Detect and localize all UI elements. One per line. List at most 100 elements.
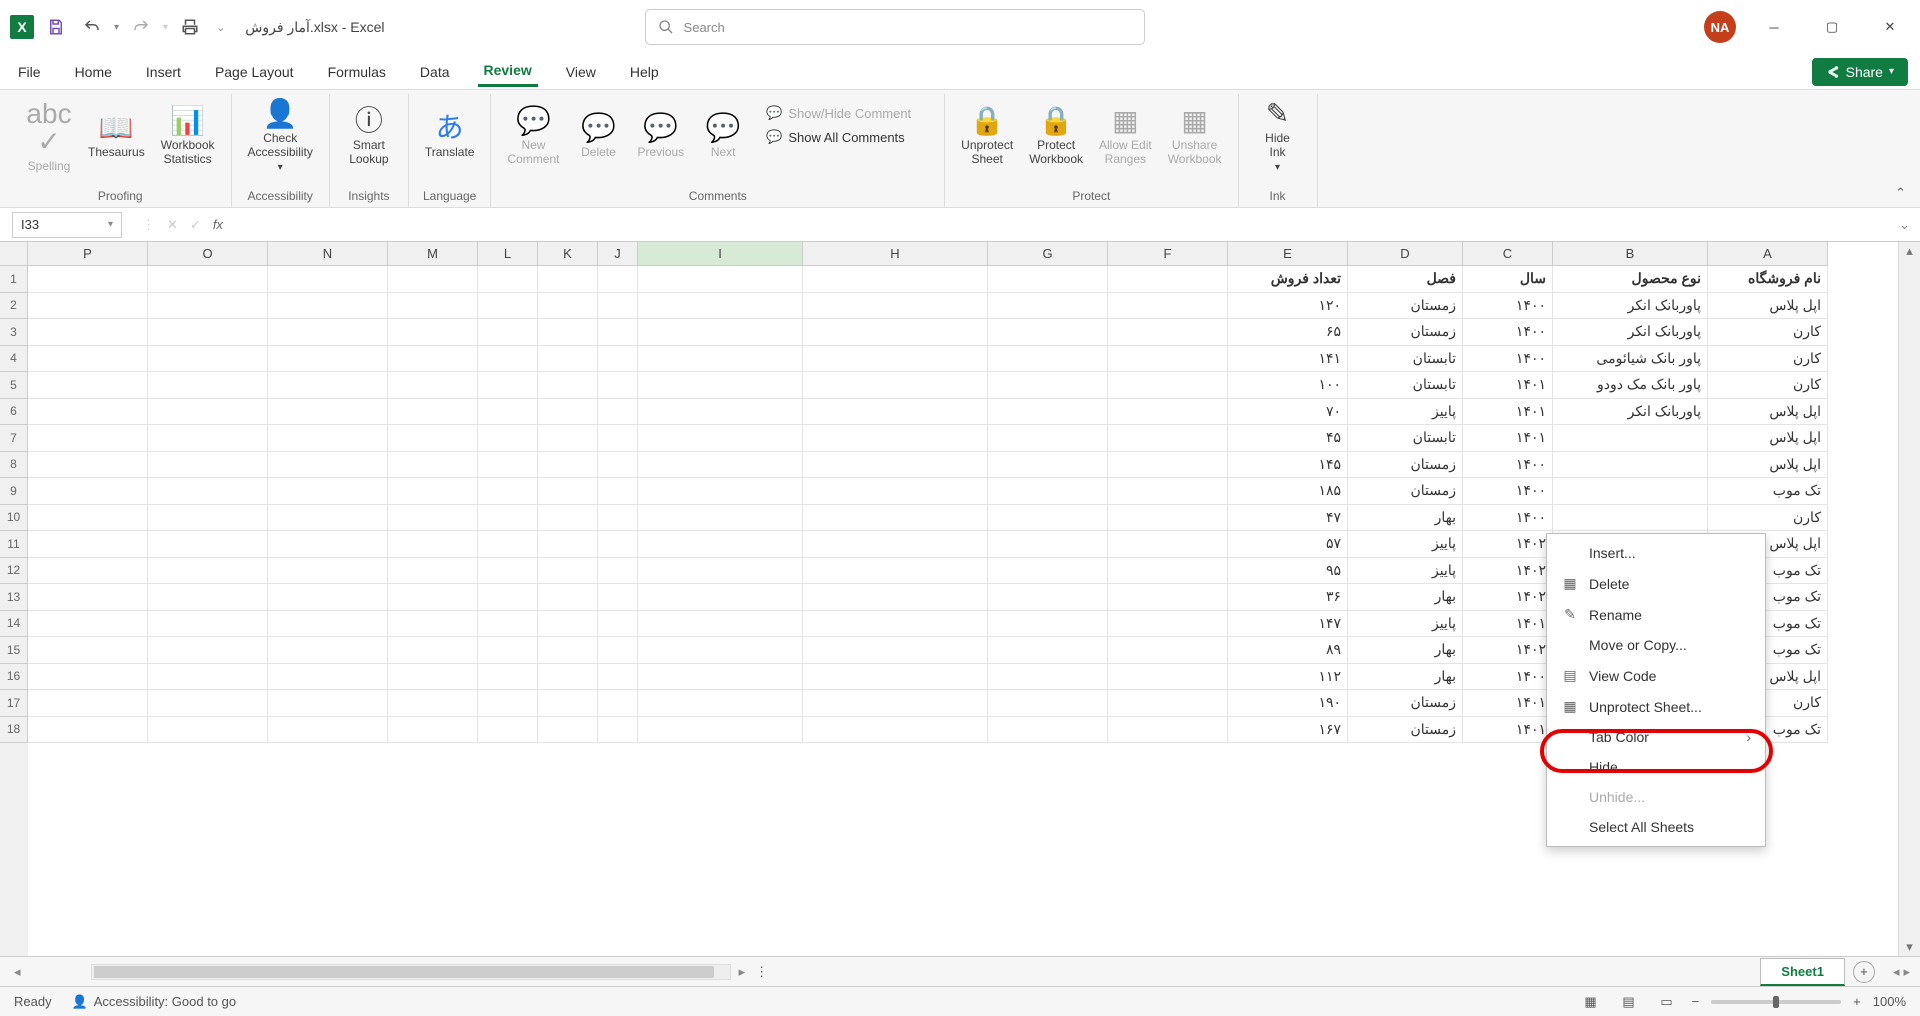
tab-insert[interactable]: Insert — [140, 58, 187, 86]
share-button[interactable]: Share ▾ — [1812, 58, 1908, 86]
cell-C14[interactable]: ۱۴۰۱ — [1463, 611, 1553, 638]
cell-L1[interactable] — [478, 266, 538, 293]
cell-P9[interactable] — [28, 478, 148, 505]
cell-E3[interactable]: ۶۵ — [1228, 319, 1348, 346]
col-header-M[interactable]: M — [388, 242, 478, 265]
cell-H4[interactable] — [803, 346, 988, 373]
cell-M18[interactable] — [388, 717, 478, 744]
cell-N10[interactable] — [268, 505, 388, 532]
cell-D6[interactable]: پاییز — [1348, 399, 1463, 426]
cell-F2[interactable] — [1108, 293, 1228, 320]
cell-I4[interactable] — [638, 346, 803, 373]
col-header-N[interactable]: N — [268, 242, 388, 265]
smart-lookup-button[interactable]: ⓘSmart Lookup — [340, 96, 398, 176]
cell-D10[interactable]: بهار — [1348, 505, 1463, 532]
cell-J3[interactable] — [598, 319, 638, 346]
cell-M13[interactable] — [388, 584, 478, 611]
cell-D15[interactable]: بهار — [1348, 637, 1463, 664]
tab-formulas[interactable]: Formulas — [322, 58, 392, 86]
cell-G6[interactable] — [988, 399, 1108, 426]
row-header-14[interactable]: 14 — [0, 611, 28, 638]
cell-B8[interactable] — [1553, 452, 1708, 479]
cell-N5[interactable] — [268, 372, 388, 399]
thesaurus-button[interactable]: 📖Thesaurus — [82, 96, 151, 176]
row-header-3[interactable]: 3 — [0, 319, 28, 346]
cell-D7[interactable]: تابستان — [1348, 425, 1463, 452]
view-page-break-button[interactable]: ▭ — [1654, 991, 1680, 1013]
cell-G2[interactable] — [988, 293, 1108, 320]
protect-workbook-button[interactable]: 🔒Protect Workbook — [1023, 96, 1089, 176]
cell-F11[interactable] — [1108, 531, 1228, 558]
cell-N12[interactable] — [268, 558, 388, 585]
vertical-scrollbar[interactable]: ▴ ▾ — [1898, 242, 1920, 956]
cell-L3[interactable] — [478, 319, 538, 346]
cell-F7[interactable] — [1108, 425, 1228, 452]
cell-O14[interactable] — [148, 611, 268, 638]
cell-P2[interactable] — [28, 293, 148, 320]
cell-I7[interactable] — [638, 425, 803, 452]
cell-H11[interactable] — [803, 531, 988, 558]
cell-I2[interactable] — [638, 293, 803, 320]
cell-J2[interactable] — [598, 293, 638, 320]
row-header-12[interactable]: 12 — [0, 558, 28, 585]
cell-K7[interactable] — [538, 425, 598, 452]
cell-P15[interactable] — [28, 637, 148, 664]
cell-M1[interactable] — [388, 266, 478, 293]
cell-C13[interactable]: ۱۴۰۲ — [1463, 584, 1553, 611]
cell-D5[interactable]: تابستان — [1348, 372, 1463, 399]
cell-P12[interactable] — [28, 558, 148, 585]
cell-C8[interactable]: ۱۴۰۰ — [1463, 452, 1553, 479]
cell-H13[interactable] — [803, 584, 988, 611]
zoom-out-button[interactable]: − — [1692, 994, 1700, 1009]
cell-K13[interactable] — [538, 584, 598, 611]
close-button[interactable]: ✕ — [1870, 12, 1910, 42]
cell-N9[interactable] — [268, 478, 388, 505]
row-header-4[interactable]: 4 — [0, 346, 28, 373]
cell-G8[interactable] — [988, 452, 1108, 479]
cell-I16[interactable] — [638, 664, 803, 691]
cell-F1[interactable] — [1108, 266, 1228, 293]
cell-F3[interactable] — [1108, 319, 1228, 346]
cell-H9[interactable] — [803, 478, 988, 505]
menu-delete[interactable]: ▦Delete — [1547, 568, 1765, 599]
row-header-11[interactable]: 11 — [0, 531, 28, 558]
cell-L9[interactable] — [478, 478, 538, 505]
row-header-16[interactable]: 16 — [0, 664, 28, 691]
cell-A5[interactable]: کارن — [1708, 372, 1828, 399]
cell-D2[interactable]: زمستان — [1348, 293, 1463, 320]
cell-J14[interactable] — [598, 611, 638, 638]
sheet-nav-next[interactable]: ▸ — [1903, 964, 1910, 980]
cell-I18[interactable] — [638, 717, 803, 744]
cell-L7[interactable] — [478, 425, 538, 452]
menu-insert[interactable]: Insert... — [1547, 538, 1765, 568]
cell-O17[interactable] — [148, 690, 268, 717]
scroll-up-arrow[interactable]: ▴ — [1899, 242, 1920, 260]
col-header-H[interactable]: H — [803, 242, 988, 265]
cell-H17[interactable] — [803, 690, 988, 717]
name-box[interactable]: I33▾ — [12, 212, 122, 238]
cell-I12[interactable] — [638, 558, 803, 585]
cell-L11[interactable] — [478, 531, 538, 558]
save-button[interactable] — [42, 13, 70, 41]
cell-C17[interactable]: ۱۴۰۱ — [1463, 690, 1553, 717]
cell-F9[interactable] — [1108, 478, 1228, 505]
cell-L8[interactable] — [478, 452, 538, 479]
cell-G4[interactable] — [988, 346, 1108, 373]
cell-I3[interactable] — [638, 319, 803, 346]
zoom-thumb[interactable] — [1773, 996, 1779, 1008]
print-button[interactable] — [176, 13, 204, 41]
cell-P10[interactable] — [28, 505, 148, 532]
cell-M12[interactable] — [388, 558, 478, 585]
cell-H15[interactable] — [803, 637, 988, 664]
cell-A3[interactable]: کارن — [1708, 319, 1828, 346]
select-all-corner[interactable] — [0, 242, 28, 266]
cell-J15[interactable] — [598, 637, 638, 664]
cell-L10[interactable] — [478, 505, 538, 532]
redo-dropdown[interactable]: ▾ — [163, 22, 168, 33]
cell-N2[interactable] — [268, 293, 388, 320]
cell-D13[interactable]: بهار — [1348, 584, 1463, 611]
cell-F4[interactable] — [1108, 346, 1228, 373]
cell-P17[interactable] — [28, 690, 148, 717]
cell-P11[interactable] — [28, 531, 148, 558]
cell-G11[interactable] — [988, 531, 1108, 558]
